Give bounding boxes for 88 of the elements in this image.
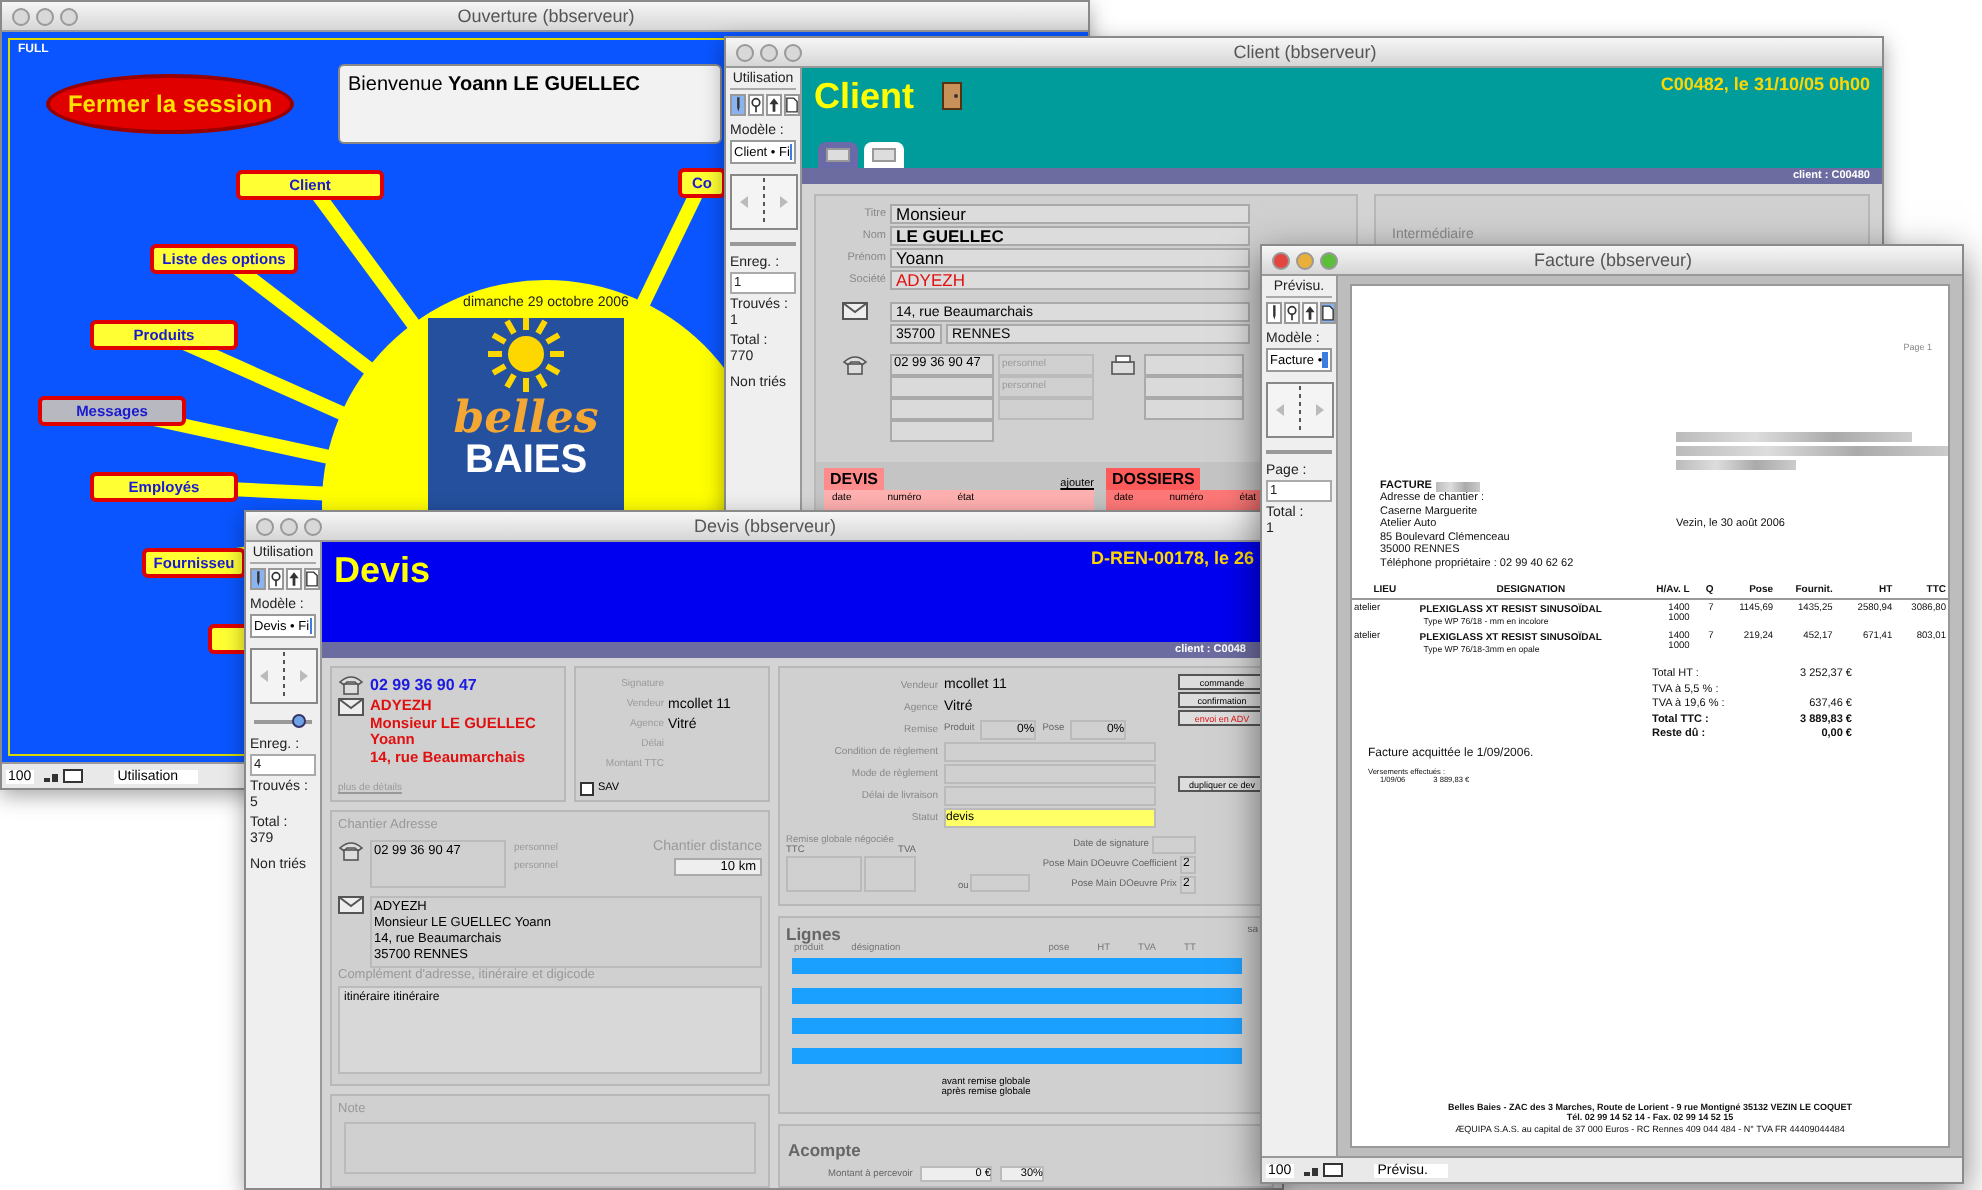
tab[interactable] [818, 142, 858, 168]
fax-field[interactable] [1144, 376, 1244, 398]
text-field[interactable]: Yoann [890, 247, 1250, 267]
phone-field[interactable] [890, 398, 994, 420]
fax-icon [1110, 354, 1136, 376]
line-row[interactable] [792, 987, 1242, 1004]
tool-button[interactable] [1320, 302, 1336, 324]
tool-button[interactable] [268, 568, 284, 590]
window-control-button[interactable] [36, 7, 54, 25]
pencil-icon [1268, 304, 1280, 322]
window-control-button[interactable] [60, 7, 78, 25]
line-row[interactable] [792, 1017, 1242, 1034]
tool-button[interactable] [766, 94, 782, 116]
tab[interactable] [864, 142, 904, 168]
search-icon [750, 96, 762, 114]
fax-field[interactable] [1144, 398, 1244, 420]
window-control-button[interactable] [1320, 251, 1338, 269]
window-title: Ouverture (bbserveur) [457, 6, 635, 26]
search-icon [1286, 304, 1298, 322]
window-control-button[interactable] [304, 517, 322, 535]
up-arrow-icon [1304, 304, 1316, 322]
window-control-button[interactable] [256, 517, 274, 535]
phone-number: 02 99 36 90 47 [370, 676, 477, 694]
envelope-icon [338, 896, 364, 914]
phone-field[interactable] [890, 420, 994, 442]
phone-field[interactable] [890, 376, 994, 398]
text-field[interactable]: Monsieur [890, 203, 1250, 223]
tool-button[interactable] [1302, 302, 1318, 324]
fax-field[interactable] [1144, 354, 1244, 376]
section-title: Acompte [788, 1140, 861, 1160]
tool-button[interactable] [1284, 302, 1300, 324]
zoom-icon[interactable] [41, 768, 86, 784]
page-icon [786, 96, 798, 114]
telephone-icon [841, 354, 867, 376]
telephone-icon [338, 674, 364, 696]
window-control-button[interactable] [1272, 251, 1290, 269]
section-title: Lignes [786, 923, 841, 944]
tool-button[interactable] [1266, 302, 1282, 324]
up-arrow-icon [288, 570, 300, 588]
envelope-icon [841, 302, 867, 320]
zoom-icon[interactable] [1301, 1162, 1346, 1178]
welcome-message: Bienvenue Yoann LE GUELLEC [338, 64, 722, 144]
redacted-block [1435, 481, 1480, 491]
section-title: DEVIS [824, 468, 885, 490]
text-field[interactable]: LE GUELLEC [890, 225, 1250, 245]
form-heading: Devis [334, 548, 431, 592]
logo-text: belles [453, 398, 599, 438]
window-title: Facture (bbserveur) [1533, 250, 1693, 270]
checkbox[interactable] [580, 781, 594, 795]
redacted-block [1676, 460, 1796, 470]
tool-button[interactable] [730, 94, 746, 116]
line-row[interactable] [792, 1047, 1242, 1064]
book-icon[interactable] [730, 174, 798, 230]
window-control-button[interactable] [12, 7, 30, 25]
book-icon[interactable] [250, 648, 318, 704]
tool-button[interactable] [286, 568, 302, 590]
telephone-icon [338, 840, 364, 862]
up-arrow-icon [768, 96, 780, 114]
window-control-button[interactable] [784, 43, 802, 61]
tool-button[interactable] [304, 568, 320, 590]
pencil-icon [252, 570, 264, 588]
door-icon [942, 82, 963, 110]
record-info: D-REN-00178, le 26 [1090, 548, 1256, 568]
record-info: C00482, le 31/10/05 0h00 [1660, 74, 1870, 94]
search-icon [270, 570, 282, 588]
card-icon [826, 148, 850, 162]
tool-button[interactable] [784, 94, 800, 116]
logout-button[interactable]: Fermer la session [46, 74, 294, 134]
page-icon [1322, 304, 1334, 322]
line-row[interactable] [792, 957, 1242, 974]
section-title: DOSSIERS [1106, 468, 1201, 490]
text-field[interactable]: ADYEZH [890, 269, 1250, 289]
tool-button[interactable] [250, 568, 266, 590]
page-icon [306, 570, 318, 588]
window-control-button[interactable] [1296, 251, 1314, 269]
window-control-button[interactable] [736, 43, 754, 61]
book-icon[interactable] [1266, 382, 1334, 438]
tool-button[interactable] [748, 94, 764, 116]
pencil-icon [732, 96, 744, 114]
envelope-icon [338, 698, 364, 716]
window-control-button[interactable] [760, 43, 778, 61]
window-title: Devis (bbserveur) [693, 516, 837, 536]
form-heading: Client [814, 74, 915, 118]
logo-text: BAIES [464, 438, 588, 482]
card-icon [872, 148, 896, 162]
slider-thumb[interactable] [292, 714, 307, 728]
window-title: Client (bbserveur) [1233, 42, 1377, 62]
window-control-button[interactable] [280, 517, 298, 535]
